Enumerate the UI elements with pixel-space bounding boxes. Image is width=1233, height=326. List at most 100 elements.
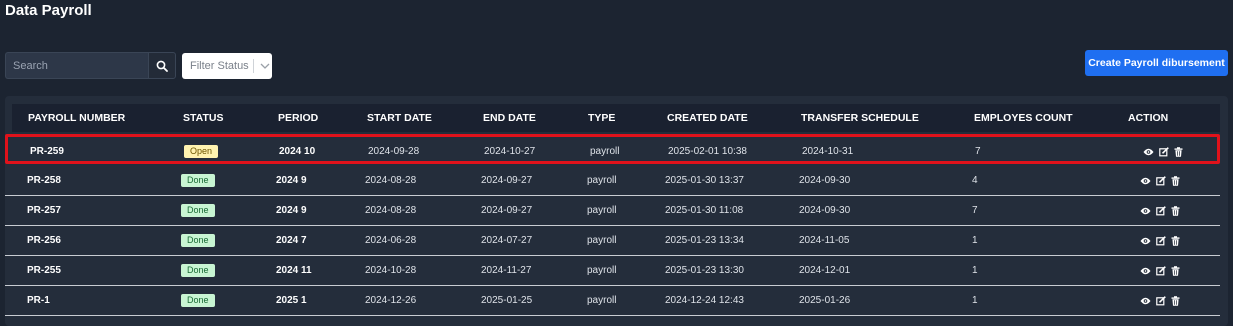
trash-icon (1171, 235, 1180, 246)
table-row[interactable]: PR-256 Done 2024 7 2024-06-28 2024-07-27… (5, 226, 1220, 256)
transfer-schedule: 2024-09-30 (799, 205, 851, 216)
delete-button[interactable] (1171, 295, 1180, 306)
header-start-date[interactable]: START DATE (367, 104, 432, 132)
status-badge: Open (184, 145, 219, 158)
status-badge: Done (181, 294, 215, 307)
table-row[interactable]: PR-258 Done 2024 9 2024-08-28 2024-09-27… (5, 166, 1220, 196)
header-payroll-number[interactable]: PAYROLL NUMBER (28, 104, 125, 132)
payroll-number[interactable]: PR-256 (27, 226, 61, 255)
end-date: 2024-07-27 (481, 235, 533, 246)
transfer-schedule: 2024-10-31 (802, 146, 854, 157)
header-status[interactable]: STATUS (183, 104, 223, 132)
table-row[interactable]: PR-259 Open 2024 10 2024-09-28 2024-10-2… (5, 134, 1220, 164)
period: 2025 1 (276, 295, 307, 306)
employes-count: 1 (972, 295, 978, 306)
delete-button[interactable] (1171, 265, 1180, 276)
type: payroll (587, 295, 617, 306)
end-date: 2025-01-25 (481, 295, 533, 306)
row-actions (1140, 286, 1180, 315)
employes-count: 7 (972, 205, 978, 216)
header-employes-count[interactable]: EMPLOYES COUNT (974, 104, 1073, 132)
delete-button[interactable] (1171, 205, 1180, 216)
period: 2024 11 (276, 265, 312, 276)
header-type[interactable]: TYPE (588, 104, 615, 132)
search-button[interactable] (148, 52, 176, 79)
search-bar (5, 52, 176, 80)
view-button[interactable] (1143, 148, 1154, 156)
period: 2024 9 (276, 205, 307, 216)
created-date: 2025-01-30 13:37 (665, 175, 744, 186)
search-input[interactable] (5, 52, 148, 79)
start-date: 2024-12-26 (365, 295, 417, 306)
payroll-number[interactable]: PR-259 (30, 137, 64, 166)
edit-icon (1156, 265, 1166, 275)
header-transfer-schedule[interactable]: TRANSFER SCHEDULE (801, 104, 919, 132)
delete-button[interactable] (1174, 146, 1183, 157)
edit-button[interactable] (1156, 175, 1166, 186)
created-date: 2024-12-24 12:43 (665, 295, 744, 306)
eye-icon (1143, 148, 1154, 155)
edit-button[interactable] (1156, 235, 1166, 246)
view-button[interactable] (1140, 297, 1151, 305)
trash-icon (1171, 175, 1180, 186)
create-payroll-button[interactable]: Create Payroll dibursement (1085, 50, 1228, 76)
trash-icon (1174, 146, 1183, 157)
row-actions (1140, 226, 1180, 255)
period: 2024 7 (276, 235, 307, 246)
delete-button[interactable] (1171, 235, 1180, 246)
row-actions (1140, 256, 1180, 285)
eye-icon (1140, 177, 1151, 184)
page-title: Data Payroll (5, 2, 92, 19)
transfer-schedule: 2025-01-26 (799, 295, 851, 306)
trash-icon (1171, 295, 1180, 306)
created-date: 2025-01-23 13:30 (665, 265, 744, 276)
header-period[interactable]: PERIOD (278, 104, 318, 132)
header-created-date[interactable]: CREATED DATE (667, 104, 748, 132)
transfer-schedule: 2024-11-05 (799, 235, 850, 246)
view-button[interactable] (1140, 267, 1151, 275)
created-date: 2025-02-01 10:38 (668, 146, 747, 157)
edit-button[interactable] (1156, 205, 1166, 216)
table-row[interactable]: PR-257 Done 2024 9 2024-08-28 2024-09-27… (5, 196, 1220, 226)
type: payroll (587, 235, 617, 246)
created-date: 2025-01-30 11:08 (665, 205, 744, 216)
eye-icon (1140, 297, 1151, 304)
view-button[interactable] (1140, 237, 1151, 245)
edit-icon (1156, 175, 1166, 185)
start-date: 2024-09-28 (368, 146, 420, 157)
filter-status-select[interactable]: Filter Status (182, 53, 272, 79)
edit-button[interactable] (1156, 265, 1166, 276)
status-badge: Done (181, 204, 215, 217)
edit-button[interactable] (1156, 295, 1166, 306)
payroll-number[interactable]: PR-255 (27, 256, 61, 285)
view-button[interactable] (1140, 177, 1151, 185)
table-row[interactable]: PR-1 Done 2025 1 2024-12-26 2025-01-25 p… (5, 286, 1220, 316)
row-actions (1140, 196, 1180, 225)
filter-status-placeholder: Filter Status (190, 60, 249, 72)
edit-icon (1156, 235, 1166, 245)
payroll-number[interactable]: PR-1 (27, 286, 50, 315)
eye-icon (1140, 267, 1151, 274)
table-row[interactable]: PR-255 Done 2024 11 2024-10-28 2024-11-2… (5, 256, 1220, 286)
start-date: 2024-08-28 (365, 175, 417, 186)
delete-button[interactable] (1171, 175, 1180, 186)
status-badge: Done (181, 264, 215, 277)
edit-button[interactable] (1159, 146, 1169, 157)
type: payroll (587, 265, 617, 276)
employes-count: 7 (975, 146, 981, 157)
view-button[interactable] (1140, 207, 1151, 215)
type: payroll (587, 205, 617, 216)
employes-count: 1 (972, 265, 978, 276)
status-badge: Done (181, 174, 215, 187)
edit-icon (1159, 146, 1169, 156)
eye-icon (1140, 207, 1151, 214)
type: payroll (587, 175, 617, 186)
payroll-number[interactable]: PR-257 (27, 196, 61, 225)
row-actions (1143, 137, 1183, 166)
payroll-number[interactable]: PR-258 (27, 166, 61, 195)
edit-icon (1156, 295, 1166, 305)
start-date: 2024-10-28 (365, 265, 417, 276)
search-icon (156, 60, 168, 72)
trash-icon (1171, 205, 1180, 216)
header-end-date[interactable]: END DATE (483, 104, 536, 132)
